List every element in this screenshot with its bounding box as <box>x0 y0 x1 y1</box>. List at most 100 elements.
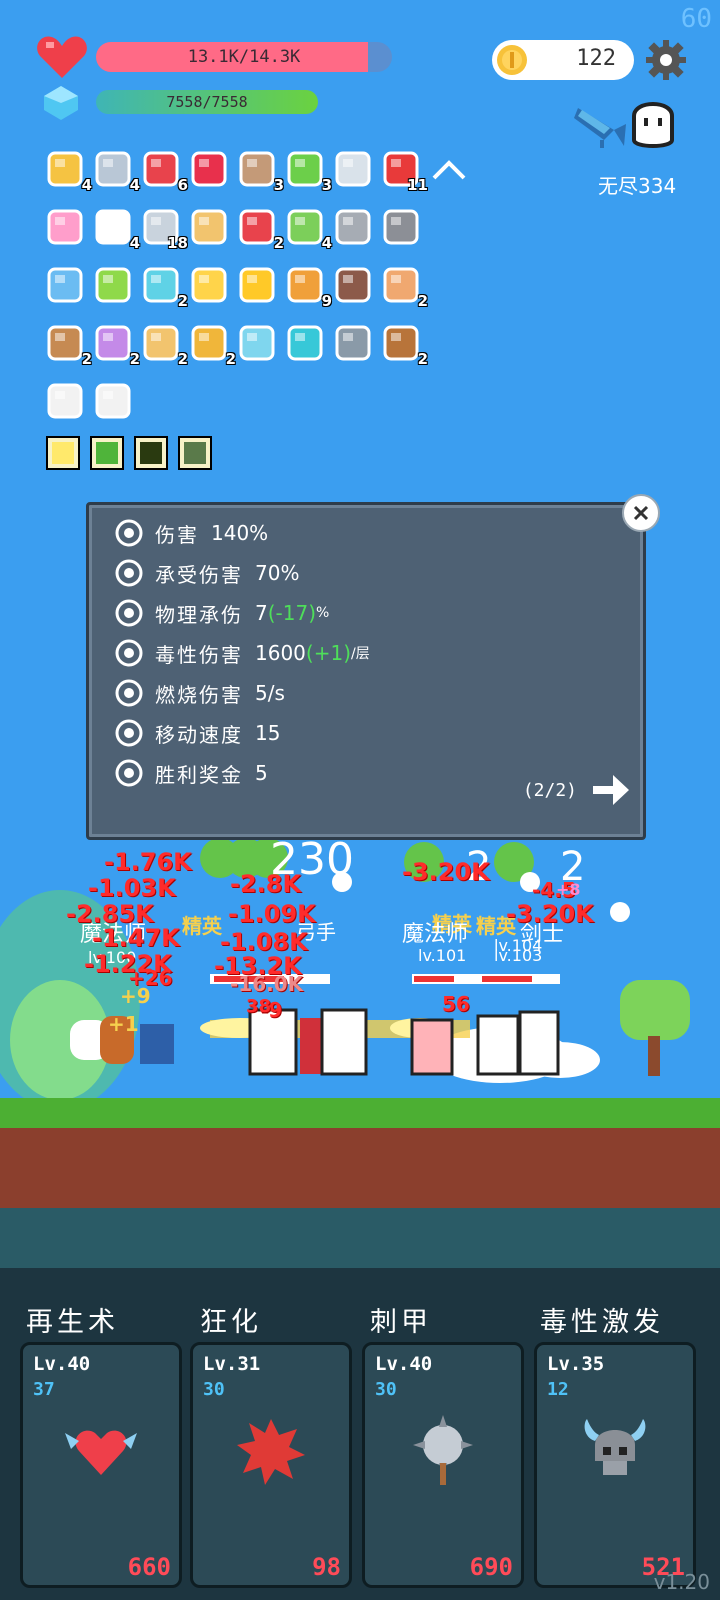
compass-icon[interactable] <box>334 324 372 362</box>
dagger-icon[interactable]: 4 <box>94 150 140 194</box>
stat-row: 伤害 140% <box>113 515 268 551</box>
mana-bar: 7558/7558 <box>96 90 318 114</box>
sword-icon[interactable] <box>334 150 372 188</box>
skill-card[interactable]: Lv.31 30 98 <box>190 1342 352 1588</box>
greatsword-icon[interactable]: 18 <box>142 208 188 252</box>
flame-icon <box>115 679 143 707</box>
ruby-icon[interactable] <box>190 150 228 188</box>
skill-card[interactable]: Lv.35 12 521 <box>534 1342 696 1588</box>
armor-icon[interactable] <box>334 208 372 246</box>
boot-icon <box>115 719 143 747</box>
damage-number: -1.03K <box>88 874 176 902</box>
flower-icon[interactable]: 4 <box>94 208 140 252</box>
spiked-mace-icon <box>413 1415 473 1485</box>
enemy-label: 魔法师 <box>402 922 469 947</box>
item-count: 2 <box>177 292 188 310</box>
feather-icon[interactable]: 2 <box>142 266 188 310</box>
mana-text: 7558/7558 <box>166 93 248 111</box>
damage-number: -3.20K <box>506 900 594 928</box>
sun-icon[interactable] <box>190 266 228 304</box>
sprout-buff-icon[interactable] <box>90 436 124 470</box>
lime-icon[interactable] <box>94 266 132 304</box>
damage-number: -1.09K <box>228 900 316 928</box>
stat-value: 15 <box>255 721 281 745</box>
stat-label: 燃烧伤害 <box>155 682 243 707</box>
dirt-layer <box>0 1128 720 1208</box>
shield-round-icon[interactable]: 3 <box>238 150 284 194</box>
mail-icon[interactable] <box>46 382 84 420</box>
ghost-icon[interactable] <box>630 96 676 148</box>
item-count: 4 <box>129 234 140 252</box>
stat-label: 胜利奖金 <box>155 762 243 787</box>
thermometer-icon[interactable]: 2 <box>238 208 284 252</box>
item-count: 2 <box>417 350 428 368</box>
item-count: 6 <box>177 176 188 194</box>
winged-heart-icon <box>65 1430 137 1475</box>
stats-panel: 伤害 140% 承受伤害 70% 物理承伤 7 (-17)% 毒性伤害 1600 (+1)/层 燃烧… <box>86 502 646 840</box>
stat-suffix: /层 <box>351 646 370 662</box>
card-icon[interactable] <box>46 266 84 304</box>
stat-delta: (+1) <box>305 641 351 665</box>
item-count: 2 <box>225 350 236 368</box>
potion-icon[interactable]: 4 <box>286 208 332 252</box>
enemy-label: 精英 <box>182 914 222 938</box>
collapse-chevron-up-icon[interactable] <box>432 160 466 180</box>
ice-cream-icon[interactable] <box>46 208 84 246</box>
coin-amount: 122 <box>576 46 616 71</box>
parchment-icon[interactable]: 2 <box>142 324 188 368</box>
skill-level: Lv.35 <box>547 1353 605 1375</box>
money-bag-icon <box>115 759 143 787</box>
door-icon[interactable] <box>334 266 372 304</box>
skill-card[interactable]: Lv.40 37 660 <box>20 1342 182 1588</box>
damage-number: -3.20K <box>402 858 490 886</box>
damage-number: -1.76K <box>104 848 192 876</box>
book-icon[interactable]: 3 <box>286 150 332 194</box>
stat-value: 140% <box>211 521 269 545</box>
close-icon[interactable] <box>633 505 649 521</box>
target-icon[interactable] <box>286 324 324 362</box>
version-label: v1.20 <box>653 1570 710 1594</box>
skill-card[interactable]: Lv.40 30 690 <box>362 1342 524 1588</box>
skill-name: 毒性激发 <box>540 1307 664 1338</box>
skill-cost: 690 <box>469 1553 513 1581</box>
rage-splat-icon <box>237 1419 305 1485</box>
stat-row: 毒性伤害 1600 (+1)/层 <box>113 635 370 671</box>
watermelon-icon[interactable]: 6 <box>142 150 188 194</box>
close-button[interactable] <box>622 494 660 532</box>
camo-buff-icon[interactable] <box>178 436 212 470</box>
scroll-icon[interactable] <box>190 208 228 246</box>
damage-number: -16.0K <box>230 972 304 996</box>
briefcase-icon[interactable]: 2 <box>382 266 428 310</box>
item-count: 2 <box>417 292 428 310</box>
item-count: 4 <box>129 176 140 194</box>
pineapple-icon[interactable]: 2 <box>190 324 236 368</box>
helmet-icon[interactable] <box>382 208 420 246</box>
creeper-buff-icon[interactable] <box>134 436 168 470</box>
flag-cake-icon[interactable]: 2 <box>382 324 428 368</box>
stat-value: 5 <box>255 761 268 785</box>
tulip-icon[interactable]: 2 <box>94 324 140 368</box>
beer-icon[interactable]: 4 <box>46 150 92 194</box>
damage-number: -1.47K <box>92 924 180 952</box>
tome-icon[interactable]: 9 <box>286 266 332 310</box>
damage-number: -2.8K <box>230 870 302 898</box>
apple-icon[interactable]: 11 <box>382 150 428 194</box>
sunflower-icon[interactable] <box>238 266 276 304</box>
skill-value: 37 <box>33 1379 55 1400</box>
skill-cost: 660 <box>127 1553 171 1581</box>
item-count: 4 <box>321 234 332 252</box>
crossbow-icon[interactable]: 2 <box>46 324 92 368</box>
item-count: 2 <box>129 350 140 368</box>
settings-gear-icon[interactable] <box>646 40 686 80</box>
fish-icon[interactable] <box>574 100 628 150</box>
inventory-grid: 4 4 6 3 3 11 4 18 2 4 2 9 2 2 2 2 2 2 <box>46 150 428 450</box>
skill-value: 30 <box>375 1379 397 1400</box>
battle-scene: 230 2 2 魔法师 精英 弓手 精英 魔法师 精英 剑士 lv.100 lv… <box>0 834 720 1100</box>
stat-label: 移动速度 <box>155 722 243 747</box>
stat-label: 毒性伤害 <box>155 642 243 667</box>
next-page-arrow-icon[interactable] <box>593 773 629 807</box>
playing-cards-icon[interactable] <box>94 382 132 420</box>
glow-buff-icon[interactable] <box>46 436 80 470</box>
molecule-icon[interactable] <box>238 324 276 362</box>
heal-number: +8 <box>556 880 581 899</box>
